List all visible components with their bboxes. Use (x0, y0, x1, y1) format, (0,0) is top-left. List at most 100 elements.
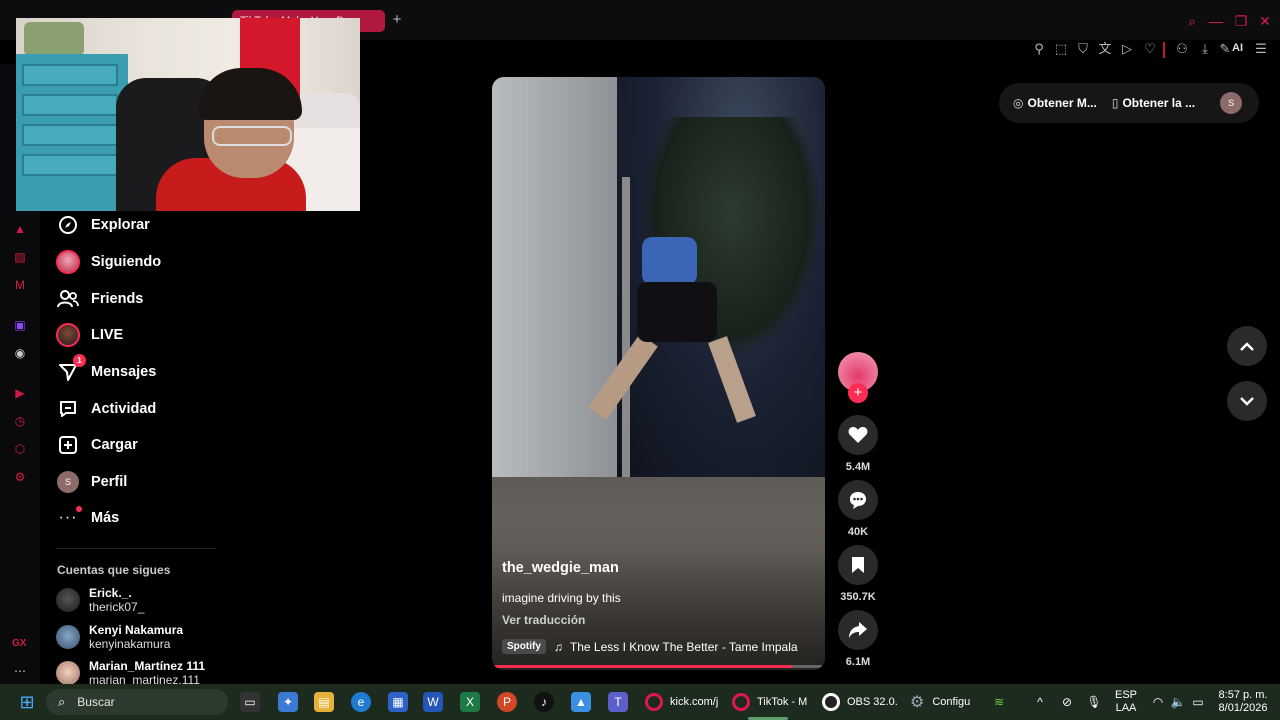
nav-item-more[interactable]: ··· Más (56, 505, 119, 531)
taskbar-search[interactable]: ⌕ Buscar (46, 689, 228, 715)
language-indicator[interactable]: ESP LAA (1112, 689, 1140, 715)
gx-store-icon[interactable]: ▲ (11, 220, 29, 238)
minimize-icon[interactable]: — (1207, 12, 1225, 30)
search-input[interactable]: Buscar (77, 695, 114, 709)
phone-icon: ▯ (1111, 96, 1119, 110)
list-item-account[interactable]: Erick._. therick07_ (56, 586, 144, 614)
nav-label: Más (91, 510, 120, 526)
get-app-button[interactable]: ▯ Obtener la ... (1112, 96, 1195, 110)
translate-icon[interactable]: 文 (1096, 40, 1114, 58)
tray-security-icon[interactable]: ⊘ (1057, 692, 1077, 712)
gx-news-icon[interactable]: ▨ (11, 248, 29, 266)
taskbar-app-settings[interactable]: ⚙ Configu (910, 690, 976, 714)
account-name: Marian_Martínez 111 (89, 659, 206, 673)
store-icon[interactable]: ▦ (388, 692, 408, 712)
restore-icon[interactable]: ❐ (1232, 12, 1250, 30)
search-icon[interactable]: ⌕ (1183, 12, 1201, 30)
taskbar-app-tiktok[interactable]: TikTok - M (732, 690, 810, 714)
excel-icon[interactable]: X (460, 692, 480, 712)
more-icon: ··· (56, 506, 82, 530)
history-icon[interactable]: ◷ (11, 412, 29, 430)
comment-button[interactable] (838, 480, 878, 520)
ai-label[interactable]: AI (1232, 42, 1243, 54)
menu-icon[interactable]: ☰ (1252, 40, 1270, 58)
video-shorts (637, 282, 717, 342)
get-app-pill: ◎ Obtener M... ▯ Obtener la ... S (999, 83, 1259, 123)
edge-icon[interactable]: e (351, 692, 371, 712)
nvidia-icon[interactable]: ≋ (989, 692, 1009, 712)
close-icon[interactable]: ✕ (1256, 12, 1274, 30)
save-button[interactable] (838, 545, 878, 585)
tiktok-coin-icon: ◎ (1013, 96, 1024, 110)
windows-start-icon[interactable]: ⊞ (17, 692, 37, 712)
word-icon[interactable]: W (423, 692, 443, 712)
video-player[interactable]: the_wedgie_man imagine driving by this V… (492, 77, 825, 670)
heart-icon[interactable]: ♡ (1141, 40, 1159, 58)
download-icon[interactable]: ⤓ (1196, 40, 1214, 58)
snapshot-icon[interactable]: ⬚ (1052, 40, 1070, 58)
photos-icon[interactable]: ▲ (571, 692, 591, 712)
nav-item-profile[interactable]: S Perfil (56, 469, 127, 495)
new-tab-button[interactable]: + (389, 12, 405, 28)
file-explorer-icon[interactable]: ▤ (314, 692, 334, 712)
teams-icon[interactable]: T (608, 692, 628, 712)
taskbar-app-obs[interactable]: OBS 32.0.2 (822, 690, 898, 714)
nav-item-explore[interactable]: Explorar (56, 212, 150, 238)
list-item-account[interactable]: Kenyi Nakamura kenyinakamura (56, 623, 183, 651)
nav-item-following[interactable]: Siguiendo (56, 249, 161, 275)
volume-icon[interactable]: 🔈 (1168, 692, 1188, 712)
spotify-chip[interactable]: Spotify (502, 639, 546, 654)
battery-icon[interactable]: ▭ (1188, 692, 1208, 712)
taskbar-app-kick[interactable]: kick.com/j (645, 690, 723, 714)
share-button[interactable] (838, 610, 878, 650)
following-avatar (56, 250, 80, 274)
video-username[interactable]: the_wedgie_man (502, 560, 619, 576)
video-shirt (642, 237, 697, 285)
nav-item-messages[interactable]: 1 Mensajes (56, 354, 156, 385)
taskbar-app-label: OBS 32.0.2 (847, 696, 898, 708)
list-item-account[interactable]: Marian_Martínez 111 marian_martinez.111 (56, 659, 205, 687)
wifi-icon[interactable]: ◠ (1148, 692, 1168, 712)
next-video-button[interactable] (1227, 381, 1267, 421)
get-coins-button[interactable]: ◎ Obtener M... (1013, 96, 1097, 110)
player-icon[interactable]: ▶ (11, 384, 29, 402)
follow-plus-icon[interactable]: + (848, 383, 868, 403)
music-row[interactable]: Spotify ♫ The Less I Know The Better - T… (502, 639, 798, 654)
song-title[interactable]: The Less I Know The Better - Tame Impala (570, 640, 798, 654)
taskbar-app-label: Configu (932, 696, 971, 708)
account-icon[interactable]: ⚇ (1173, 40, 1191, 58)
previous-video-button[interactable] (1227, 326, 1267, 366)
powerpoint-icon[interactable]: P (497, 692, 517, 712)
settings-icon[interactable]: ⚙ (11, 468, 29, 486)
tray-chevron-up-icon[interactable]: ^ (1030, 692, 1050, 712)
nav-item-friends[interactable]: Friends (56, 286, 143, 312)
more-dots-icon[interactable]: ⋯ (11, 662, 29, 680)
chevron-up-icon (1240, 341, 1254, 351)
like-button[interactable] (838, 415, 878, 455)
extensions-icon[interactable]: ⬡ (11, 440, 29, 458)
account-name: Erick._. (89, 586, 132, 600)
share-count: 6.1M (845, 656, 871, 668)
obs-icon (822, 693, 840, 711)
translate-link[interactable]: Ver traducción (502, 613, 585, 627)
heart-icon (848, 427, 868, 443)
nav-item-live[interactable]: LIVE (56, 322, 123, 348)
microphone-icon[interactable]: 🎙 (1084, 692, 1104, 712)
discord-icon[interactable]: ◉ (11, 344, 29, 362)
shield-icon[interactable]: ⛉ (1074, 40, 1092, 58)
nav-item-activity[interactable]: Actividad (56, 396, 156, 422)
tiktok-app-icon[interactable]: ♪ (534, 692, 554, 712)
gx-mail-icon[interactable]: M (11, 276, 29, 294)
pin-icon[interactable]: ⚲ (1030, 40, 1048, 58)
gx-label[interactable]: GX (12, 638, 26, 649)
nav-item-upload[interactable]: Cargar (56, 432, 138, 458)
task-view-icon[interactable]: ▭ (240, 692, 260, 712)
avatar[interactable]: S (1220, 92, 1243, 114)
twitch-icon[interactable]: ▣ (11, 316, 29, 334)
clock[interactable]: 8:57 p. m. 8/01/2026 (1214, 689, 1272, 715)
play-icon[interactable]: ▷ (1118, 40, 1136, 58)
progress-fill (492, 665, 792, 668)
profile-avatar: S (56, 470, 80, 494)
avatar (56, 661, 80, 685)
copilot-icon[interactable]: ✦ (278, 692, 298, 712)
